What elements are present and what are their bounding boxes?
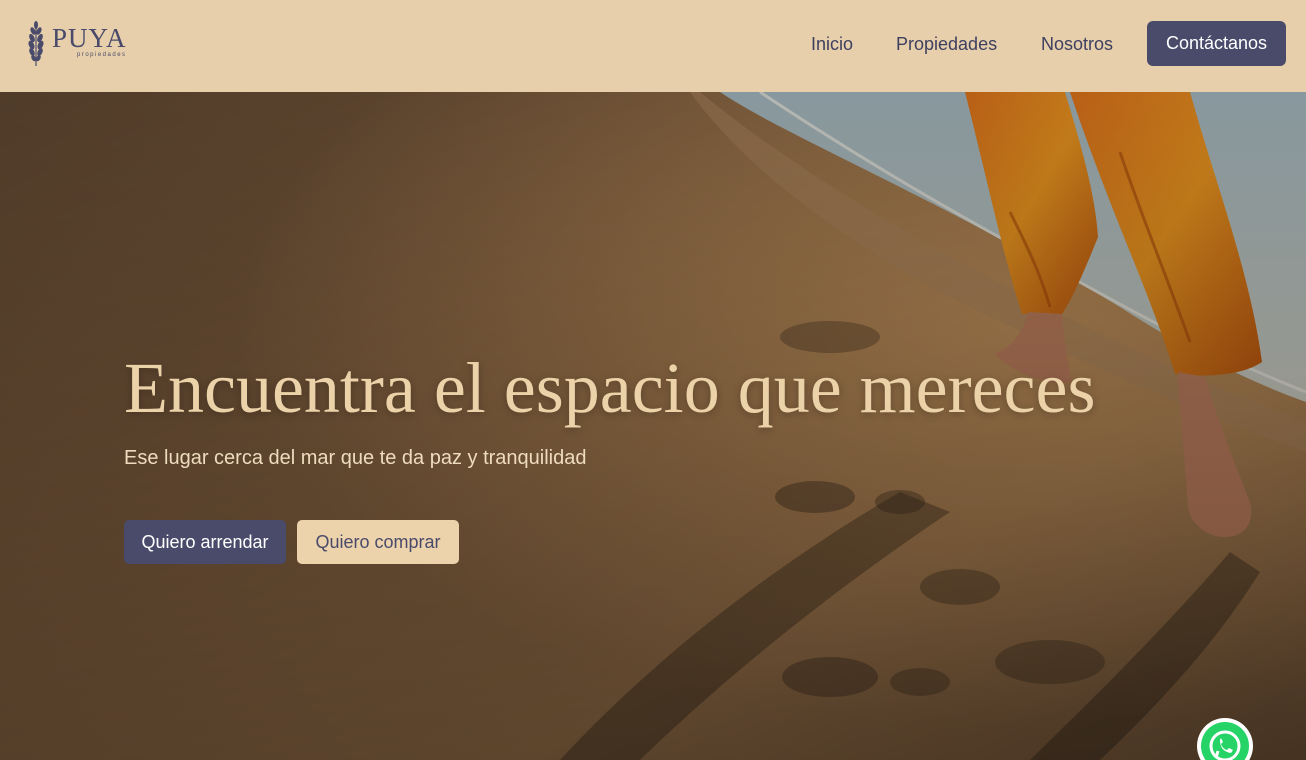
hero-title: Encuentra el espacio que mereces: [124, 348, 1096, 428]
buy-button[interactable]: Quiero comprar: [297, 520, 459, 564]
rent-button[interactable]: Quiero arrendar: [124, 520, 286, 564]
wheat-leaf-icon: [28, 21, 44, 66]
brand-logo[interactable]: PUYA propiedades: [24, 20, 127, 70]
hero-subtitle: Ese lugar cerca del mar que te da paz y …: [124, 447, 587, 469]
brand-name: PUYA: [52, 23, 127, 53]
nav-propiedades[interactable]: Propiedades: [896, 34, 997, 55]
whatsapp-icon: [1201, 722, 1249, 760]
whatsapp-button[interactable]: [1197, 718, 1253, 760]
contact-button[interactable]: Contáctanos: [1147, 21, 1286, 66]
nav-nosotros[interactable]: Nosotros: [1041, 34, 1113, 55]
hero-section: Encuentra el espacio que mereces Ese lug…: [0, 92, 1306, 760]
brand-subtitle: propiedades: [77, 52, 127, 58]
nav-inicio[interactable]: Inicio: [811, 34, 853, 55]
brand-text: PUYA propiedades: [52, 20, 127, 58]
site-header: PUYA propiedades Inicio Propiedades Noso…: [0, 0, 1306, 92]
